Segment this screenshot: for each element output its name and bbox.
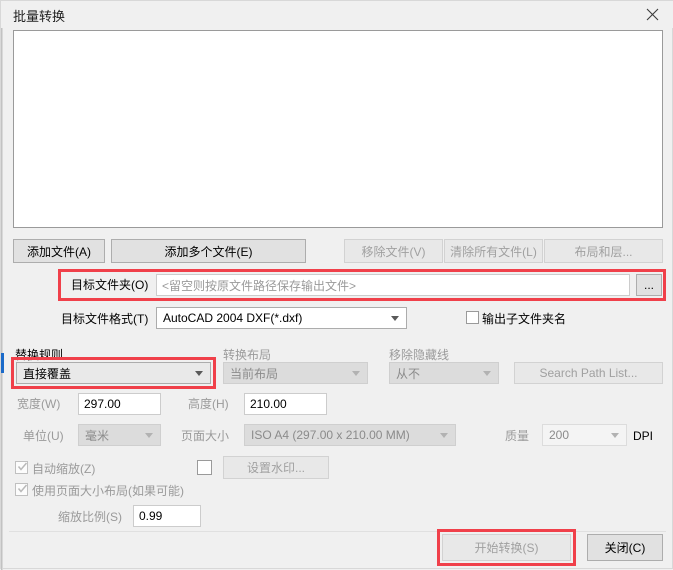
use-page-layout-checkbox[interactable] (15, 483, 28, 496)
start-convert-button: 开始转换(S) (442, 534, 571, 561)
chevron-down-icon (391, 316, 399, 321)
output-subfolder-label-text: 输出子文件夹名 (482, 312, 567, 326)
replace-rule-group-label: 替换规则 (15, 348, 63, 363)
start-convert-label: 开始转换(S) (474, 541, 539, 555)
unit-label-text: 单位(U) (23, 429, 64, 443)
replace-rule-select[interactable]: 直接覆盖 (16, 362, 211, 384)
check-icon (17, 461, 28, 472)
add-file-label: 添加文件(A) (27, 244, 91, 259)
chevron-down-icon (195, 371, 203, 376)
target-format-value: AutoCAD 2004 DXF(*.dxf) (163, 311, 303, 325)
browse-folder-button[interactable]: ... (636, 274, 662, 296)
scale-ratio-value: 0.99 (139, 509, 163, 523)
target-format-label-text: 目标文件格式(T) (61, 312, 149, 326)
target-folder-label-text: 目标文件夹(O) (71, 278, 149, 292)
batch-convert-dialog: 批量转换 添加文件(A) 添加多个文件(E) 移除文件(V) 清除所有文件(L)… (0, 0, 673, 570)
search-path-list-button: Search Path List... (514, 362, 663, 384)
scale-ratio-label: 缩放比例(S) (58, 510, 122, 525)
clear-all-files-label: 清除所有文件(L) (450, 244, 537, 259)
set-watermark-button: 设置水印... (223, 456, 329, 479)
layout-and-layer-label: 布局和层... (574, 244, 633, 259)
width-label-text: 宽度(W) (17, 397, 61, 411)
width-input[interactable]: 297.00 (78, 393, 161, 415)
height-label-text: 高度(H) (188, 397, 229, 411)
unit-label: 单位(U) (23, 429, 64, 444)
dpi-label: DPI (633, 429, 653, 444)
convert-layout-group-label: 转换布局 (223, 348, 271, 363)
auto-scale-label: 自动缩放(Z) (32, 462, 95, 477)
use-page-layout-label-text: 使用页面大小布局(如果可能) (32, 484, 184, 498)
chevron-down-icon (145, 433, 153, 438)
page-size-label-text: 页面大小 (181, 429, 230, 443)
chevron-down-icon (483, 371, 491, 376)
height-label: 高度(H) (188, 397, 229, 412)
chevron-down-icon (352, 371, 360, 376)
add-file-button[interactable]: 添加文件(A) (13, 239, 105, 263)
replace-rule-value: 直接覆盖 (23, 366, 72, 381)
remove-file-label: 移除文件(V) (361, 244, 426, 259)
convert-layout-group-text: 转换布局 (223, 348, 272, 362)
output-subfolder-checkbox[interactable] (466, 311, 479, 324)
convert-layout-select: 当前布局 (223, 362, 368, 384)
auto-scale-checkbox[interactable] (15, 461, 28, 474)
title-bar: 批量转换 (1, 1, 673, 28)
height-input[interactable]: 210.00 (244, 393, 327, 415)
remove-hidden-lines-group-label: 移除隐藏线 (389, 348, 449, 363)
remove-hidden-lines-select: 从不 (389, 362, 499, 384)
quality-label-text: 质量 (505, 429, 530, 443)
page-size-label: 页面大小 (181, 429, 229, 444)
layout-and-layer-button: 布局和层... (544, 239, 663, 263)
close-dialog-label: 关闭(C) (604, 541, 646, 555)
file-list-box[interactable] (13, 30, 663, 228)
height-value: 210.00 (250, 397, 287, 411)
browse-folder-label: ... (643, 278, 654, 292)
dpi-label-text: DPI (633, 429, 654, 443)
scale-ratio-input[interactable]: 0.99 (133, 505, 201, 527)
add-multiple-files-label: 添加多个文件(E) (164, 244, 253, 259)
search-path-list-label: Search Path List... (539, 366, 638, 380)
close-icon[interactable] (630, 1, 673, 28)
window-title: 批量转换 (13, 9, 66, 24)
use-page-layout-label: 使用页面大小布局(如果可能) (32, 484, 184, 499)
width-value: 297.00 (84, 397, 121, 411)
scale-ratio-label-text: 缩放比例(S) (58, 510, 122, 524)
unit-value: 毫米 (85, 428, 110, 443)
watermark-checkbox[interactable] (197, 460, 212, 475)
convert-layout-value: 当前布局 (230, 366, 279, 381)
target-folder-label: 目标文件夹(O) (71, 278, 148, 293)
remove-hidden-lines-value: 从不 (396, 366, 421, 381)
set-watermark-label: 设置水印... (246, 461, 305, 475)
replace-rule-group-text: 替换规则 (15, 348, 64, 362)
window-left-edge (1, 28, 3, 570)
quality-label: 质量 (505, 429, 529, 444)
page-size-select: ISO A4 (297.00 x 210.00 MM) (244, 424, 456, 446)
chevron-down-icon (611, 433, 619, 438)
clear-all-files-button: 清除所有文件(L) (444, 239, 543, 263)
close-dialog-button[interactable]: 关闭(C) (587, 534, 663, 561)
footer-divider (9, 531, 666, 532)
width-label: 宽度(W) (17, 397, 60, 412)
check-icon (17, 483, 28, 494)
page-size-value: ISO A4 (297.00 x 210.00 MM) (251, 428, 410, 442)
output-subfolder-label: 输出子文件夹名 (482, 312, 566, 327)
target-folder-input[interactable]: <留空则按原文件路径保存输出文件> (156, 274, 630, 296)
auto-scale-label-text: 自动缩放(Z) (32, 462, 96, 476)
remove-file-button: 移除文件(V) (344, 239, 443, 263)
quality-select: 200 (542, 424, 627, 446)
target-format-label: 目标文件格式(T) (61, 312, 148, 327)
unit-select: 毫米 (78, 424, 161, 446)
focus-accent-bar (1, 353, 4, 373)
target-folder-placeholder: <留空则按原文件路径保存输出文件> (162, 278, 357, 293)
quality-value: 200 (549, 428, 570, 442)
add-multiple-files-button[interactable]: 添加多个文件(E) (111, 239, 306, 263)
chevron-down-icon (440, 433, 448, 438)
target-format-select[interactable]: AutoCAD 2004 DXF(*.dxf) (156, 307, 407, 329)
remove-hidden-lines-group-text: 移除隐藏线 (389, 348, 450, 362)
